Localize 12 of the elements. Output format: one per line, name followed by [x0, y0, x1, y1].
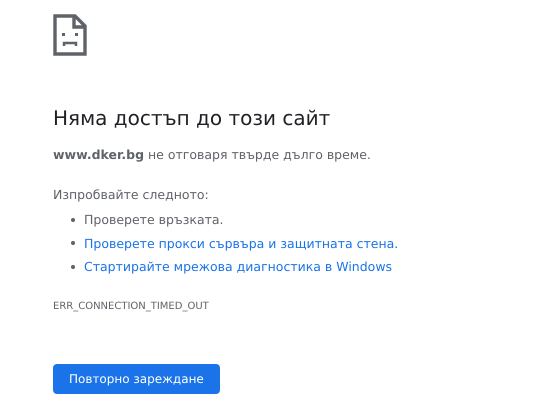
error-message: www.dker.bg не отговаря твърде дълго време.: [53, 146, 372, 164]
bullet-icon: [71, 264, 75, 269]
suggestion-link[interactable]: Стартирайте мрежова диагностика в Windows: [84, 259, 392, 274]
suggestion-link[interactable]: Проверете прокси сървъра и защитната стена.: [84, 236, 398, 251]
reload-button[interactable]: Повторно зареждане: [53, 364, 220, 394]
suggestion-text: Проверете връзката.: [84, 212, 224, 228]
bullet-icon: [71, 241, 75, 246]
sad-page-icon: [53, 14, 87, 56]
error-heading: Няма достъп до този сайт: [53, 105, 332, 132]
bullet-icon: [71, 218, 75, 222]
error-code: ERR_CONNECTION_TIMED_OUT: [53, 300, 210, 314]
suggestions-title: Изпробвайте следното:: [53, 186, 210, 204]
